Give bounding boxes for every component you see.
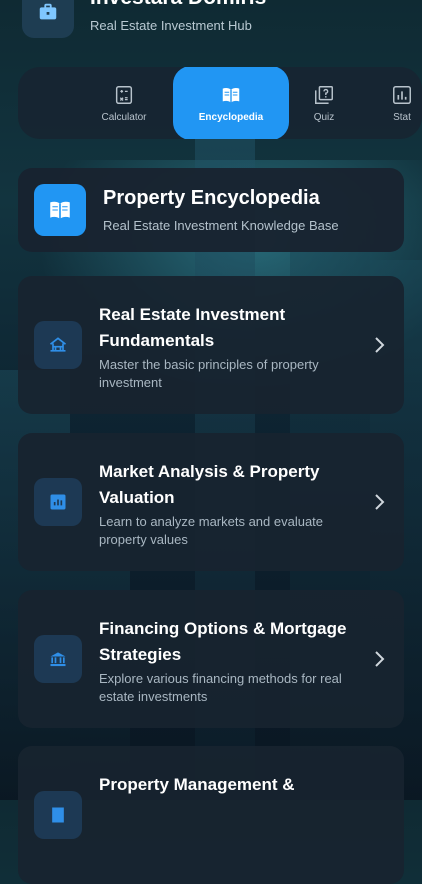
chevron-right-icon: [375, 651, 385, 667]
calculator-icon: [115, 85, 133, 104]
book-icon: [222, 87, 240, 102]
tab-stat[interactable]: Stat: [372, 67, 422, 139]
topic-card-fundamentals[interactable]: Real Estate Investment Fundamentals Mast…: [18, 276, 404, 414]
topic-title: Property Management &: [99, 775, 295, 794]
chevron-right-icon: [375, 337, 385, 353]
tab-calculator[interactable]: Calculator: [78, 67, 170, 139]
encyclopedia-header-card: Property Encyclopedia Real Estate Invest…: [18, 168, 404, 252]
bank-icon: [34, 635, 82, 683]
page-title: Property Encyclopedia: [103, 187, 320, 209]
topic-title: Real Estate Investment Fundamentals: [99, 305, 286, 350]
quiz-icon: [315, 85, 333, 104]
briefcase-icon: [22, 0, 74, 38]
app-title: Investara Domiris: [90, 0, 266, 10]
tab-label: Encyclopedia: [198, 111, 264, 123]
page-subtitle: Real Estate Investment Knowledge Base: [103, 218, 339, 233]
topic-card-market-analysis[interactable]: Market Analysis & Property Valuation Lea…: [18, 433, 404, 571]
topic-description: Learn to analyze markets and evaluate pr…: [99, 514, 324, 547]
tab-encyclopedia[interactable]: Encyclopedia: [173, 67, 289, 139]
tab-label: Stat: [393, 111, 411, 123]
topic-description: Explore various financing methods for re…: [99, 671, 342, 704]
book-icon: [34, 184, 86, 236]
tab-quiz[interactable]: Quiz: [292, 67, 356, 139]
house-icon: [34, 321, 82, 369]
topic-title: Market Analysis & Property Valuation: [99, 462, 320, 507]
topic-card-property-management[interactable]: Property Management &: [18, 746, 404, 884]
topic-title: Financing Options & Mortgage Strategies: [99, 619, 347, 664]
stats-icon: [393, 85, 411, 104]
topic-card-financing[interactable]: Financing Options & Mortgage Strategies …: [18, 590, 404, 728]
tab-label: Calculator: [101, 111, 147, 123]
app-header: Investara Domiris Real Estate Investment…: [22, 0, 266, 38]
topic-description: Master the basic principles of property …: [99, 357, 319, 390]
chevron-right-icon: [375, 494, 385, 510]
tab-label: Quiz: [313, 111, 335, 123]
chart-icon: [34, 478, 82, 526]
tab-bar: Calculator Encyclopedia Quiz Stat: [18, 67, 422, 139]
building-icon: [34, 791, 82, 839]
app-subtitle: Real Estate Investment Hub: [90, 18, 252, 33]
